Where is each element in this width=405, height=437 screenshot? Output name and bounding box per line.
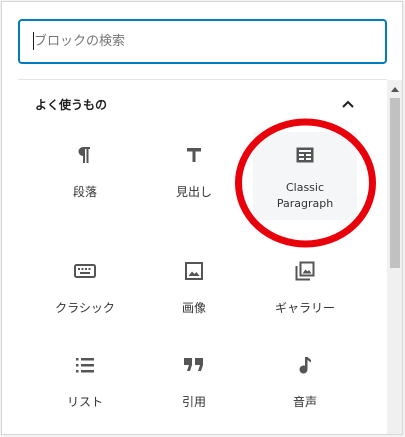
chevron-up-icon [342,100,354,108]
block-label: 引用 [181,395,206,409]
block-label: 段落 [72,185,97,199]
gallery-icon [253,260,357,282]
quote-icon [142,354,246,376]
scroll-up-arrow-icon[interactable] [387,82,402,96]
audio-icon [253,354,357,376]
block-paragraph[interactable]: 段落 [33,132,137,220]
collapse-category-button[interactable] [336,93,360,115]
block-label: クラシック [55,301,115,315]
image-icon [142,260,246,282]
block-label: ギャラリー [274,301,335,315]
paragraph-icon [33,144,137,166]
block-label-line: Paragraph [276,197,334,210]
block-gallery[interactable]: ギャラリー [253,248,357,336]
heading-icon [142,144,246,166]
block-heading[interactable]: 見出し [142,132,246,220]
scrollbar[interactable] [387,80,402,434]
block-inserter-panel: よく使うもの 段落 見出し [1,1,403,435]
category-title: よく使うもの [35,98,108,112]
block-label: リスト [66,395,103,409]
block-quote[interactable]: 引用 [142,342,246,430]
block-image[interactable]: 画像 [142,248,246,336]
search-box[interactable] [18,19,387,64]
block-list[interactable]: リスト [33,342,137,430]
block-classic[interactable]: クラシック [33,248,137,336]
text-cursor [33,32,34,50]
keyboard-icon [33,260,137,282]
list-icon [33,354,137,376]
block-classic-paragraph[interactable]: Classic Paragraph [253,132,357,220]
classic-block-icon [253,144,357,166]
search-input[interactable] [20,21,385,62]
block-label: 画像 [181,301,206,315]
block-label-line: Classic [285,181,325,194]
scrollbar-thumb[interactable] [390,98,400,268]
block-label: 見出し [175,185,212,199]
block-label: 音声 [292,395,317,409]
block-label: Classic Paragraph [253,180,357,212]
divider [18,79,387,80]
block-audio[interactable]: 音声 [253,342,357,430]
